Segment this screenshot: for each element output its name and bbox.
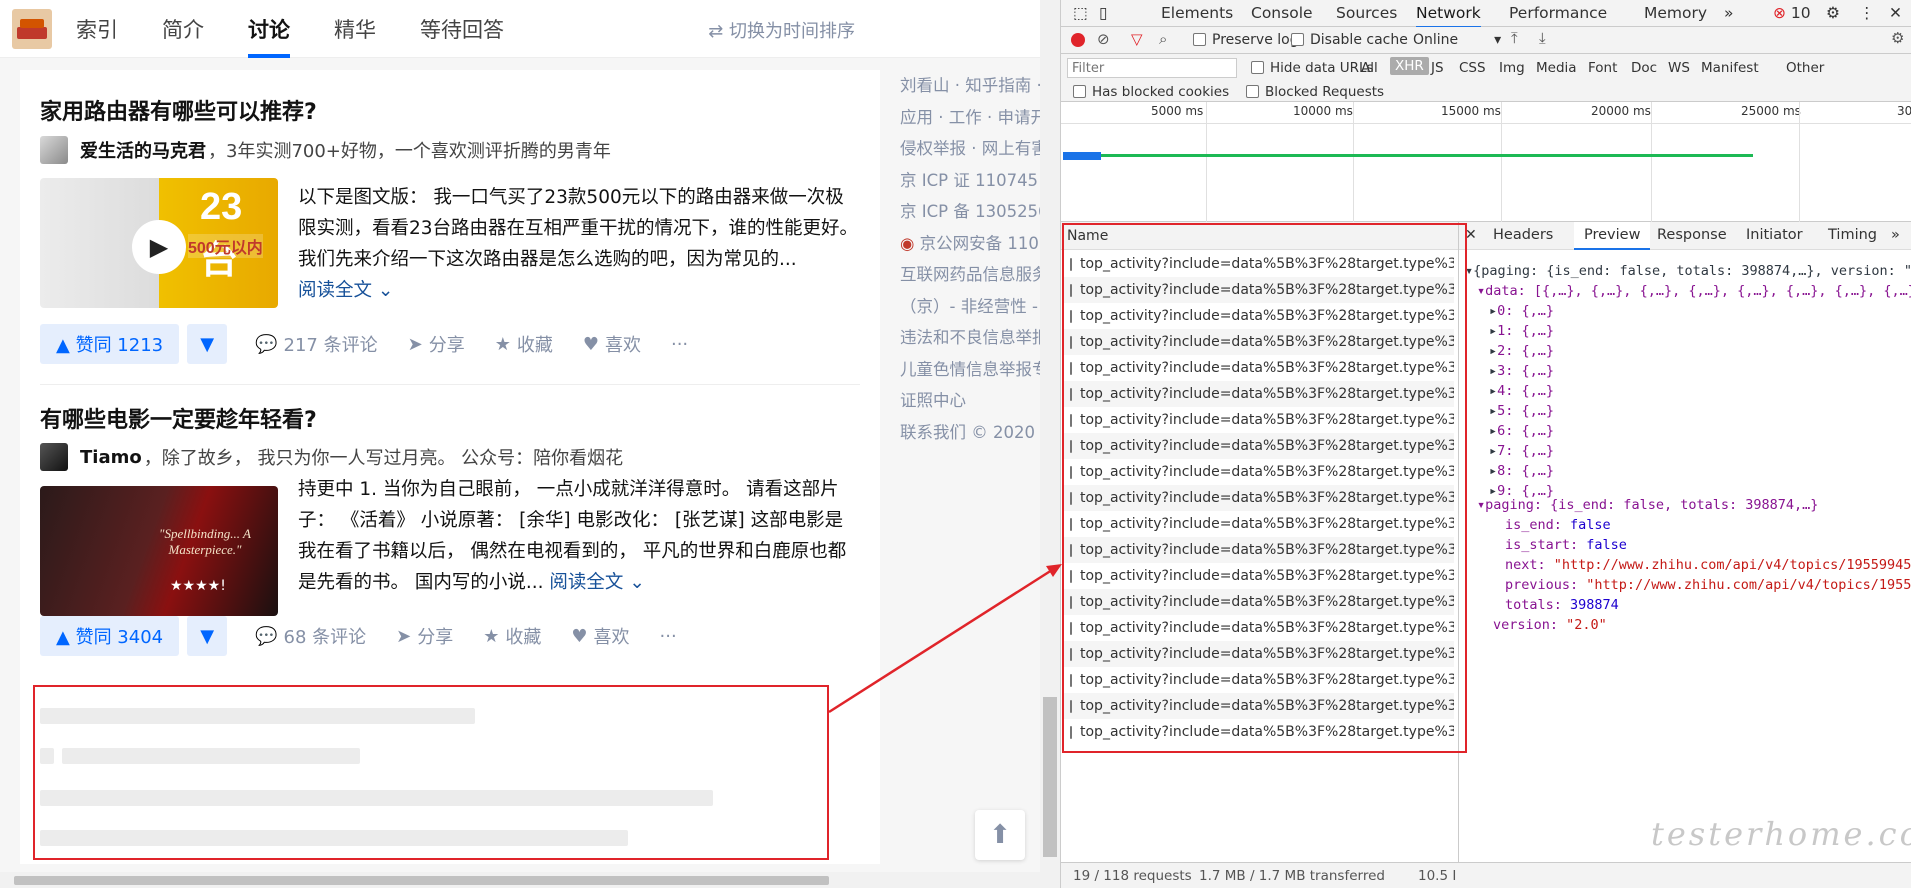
annotation-arrow xyxy=(828,564,1062,714)
